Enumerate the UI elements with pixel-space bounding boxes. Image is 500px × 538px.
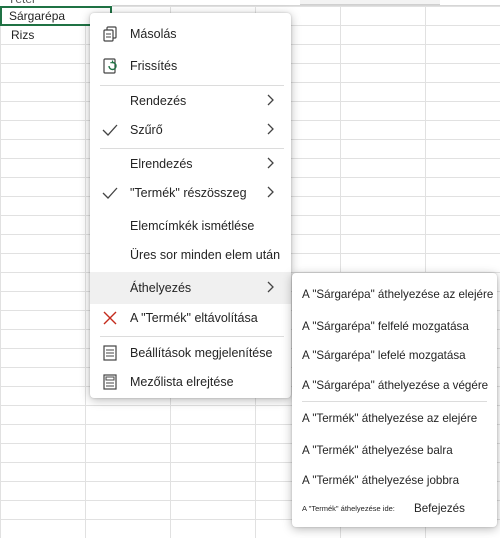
menu-item-sort[interactable]: Rendezés <box>90 85 291 117</box>
menu-item-move[interactable]: Áthelyezés <box>90 272 291 304</box>
field-list-icon <box>100 372 120 392</box>
submenu-item-move-to-end[interactable]: A "Sárgarépa" áthelyezése a végére <box>292 370 497 400</box>
menu-label: Beállítások megjelenítése <box>130 346 273 360</box>
chevron-right-icon <box>265 93 277 107</box>
menu-item-subtotal[interactable]: "Termék" részösszeg <box>90 177 291 209</box>
chevron-right-icon <box>265 156 277 170</box>
menu-item-repeat-labels[interactable]: Elemcímkék ismétlése <box>90 210 291 242</box>
menu-label: "Termék" részösszeg <box>130 186 247 200</box>
submenu-item-field-to[interactable]: A "Termék" áthelyezése ide: Befejezés <box>292 493 497 523</box>
menu-label: Frissítés <box>130 59 178 73</box>
chevron-right-icon <box>265 280 277 294</box>
submenu-item-move-up[interactable]: A "Sárgarépa" felfelé mozgatása <box>292 311 497 341</box>
submenu-item-field-right[interactable]: A "Termék" áthelyezése jobbra <box>292 465 497 495</box>
menu-item-show-settings[interactable]: Beállítások megjelenítése <box>90 337 291 369</box>
field-to-label: A "Termék" áthelyezése ide: <box>302 503 395 513</box>
checkmark-icon <box>100 183 120 203</box>
copy-icon <box>100 24 120 44</box>
menu-label: Szűrő <box>130 123 163 137</box>
menu-label: Áthelyezés <box>130 281 192 295</box>
context-menu: Másolás Frissítés Rendezés Szűrő Elrende… <box>90 13 291 398</box>
close-icon <box>100 308 120 328</box>
menu-item-filter[interactable]: Szűrő <box>90 114 291 146</box>
menu-label: A "Termék" eltávolítása <box>130 311 258 325</box>
menu-item-blank-row[interactable]: Üres sor minden elem után <box>90 239 291 271</box>
checkmark-icon <box>100 120 120 140</box>
submenu-item-move-down[interactable]: A "Sárgarépa" lefelé mozgatása <box>292 340 497 370</box>
chevron-right-icon <box>265 185 277 199</box>
refresh-icon <box>100 56 120 76</box>
menu-label: Mezőlista elrejtése <box>130 375 234 389</box>
menu-item-remove[interactable]: A "Termék" eltávolítása <box>90 302 291 334</box>
submenu-item-field-left[interactable]: A "Termék" áthelyezése balra <box>292 435 497 465</box>
settings-panel-icon <box>100 343 120 363</box>
finish-button[interactable]: Befejezés <box>414 502 465 515</box>
menu-item-copy[interactable]: Másolás <box>90 18 291 50</box>
cell-rizs[interactable]: Rizs <box>1 27 85 44</box>
menu-label: Elrendezés <box>130 157 193 171</box>
menu-item-layout[interactable]: Elrendezés <box>90 148 291 180</box>
menu-item-hide-field-list[interactable]: Mezőlista elrejtése <box>90 366 291 398</box>
menu-label: Másolás <box>130 27 177 41</box>
menu-label: Elemcímkék ismétlése <box>130 219 255 233</box>
menu-item-refresh[interactable]: Frissítés <box>90 50 291 82</box>
submenu-item-move-to-start[interactable]: A "Sárgarépa" áthelyezése az elejére <box>292 279 497 309</box>
menu-label: Rendezés <box>130 94 187 108</box>
toolbar-shadow <box>300 0 440 5</box>
submenu-divider <box>302 401 487 402</box>
move-submenu: A "Sárgarépa" áthelyezése az elejére A "… <box>292 273 497 527</box>
menu-label: Üres sor minden elem után <box>130 248 281 262</box>
chevron-right-icon <box>265 122 277 136</box>
submenu-item-field-to-start[interactable]: A "Termék" áthelyezése az elejére <box>292 403 497 433</box>
